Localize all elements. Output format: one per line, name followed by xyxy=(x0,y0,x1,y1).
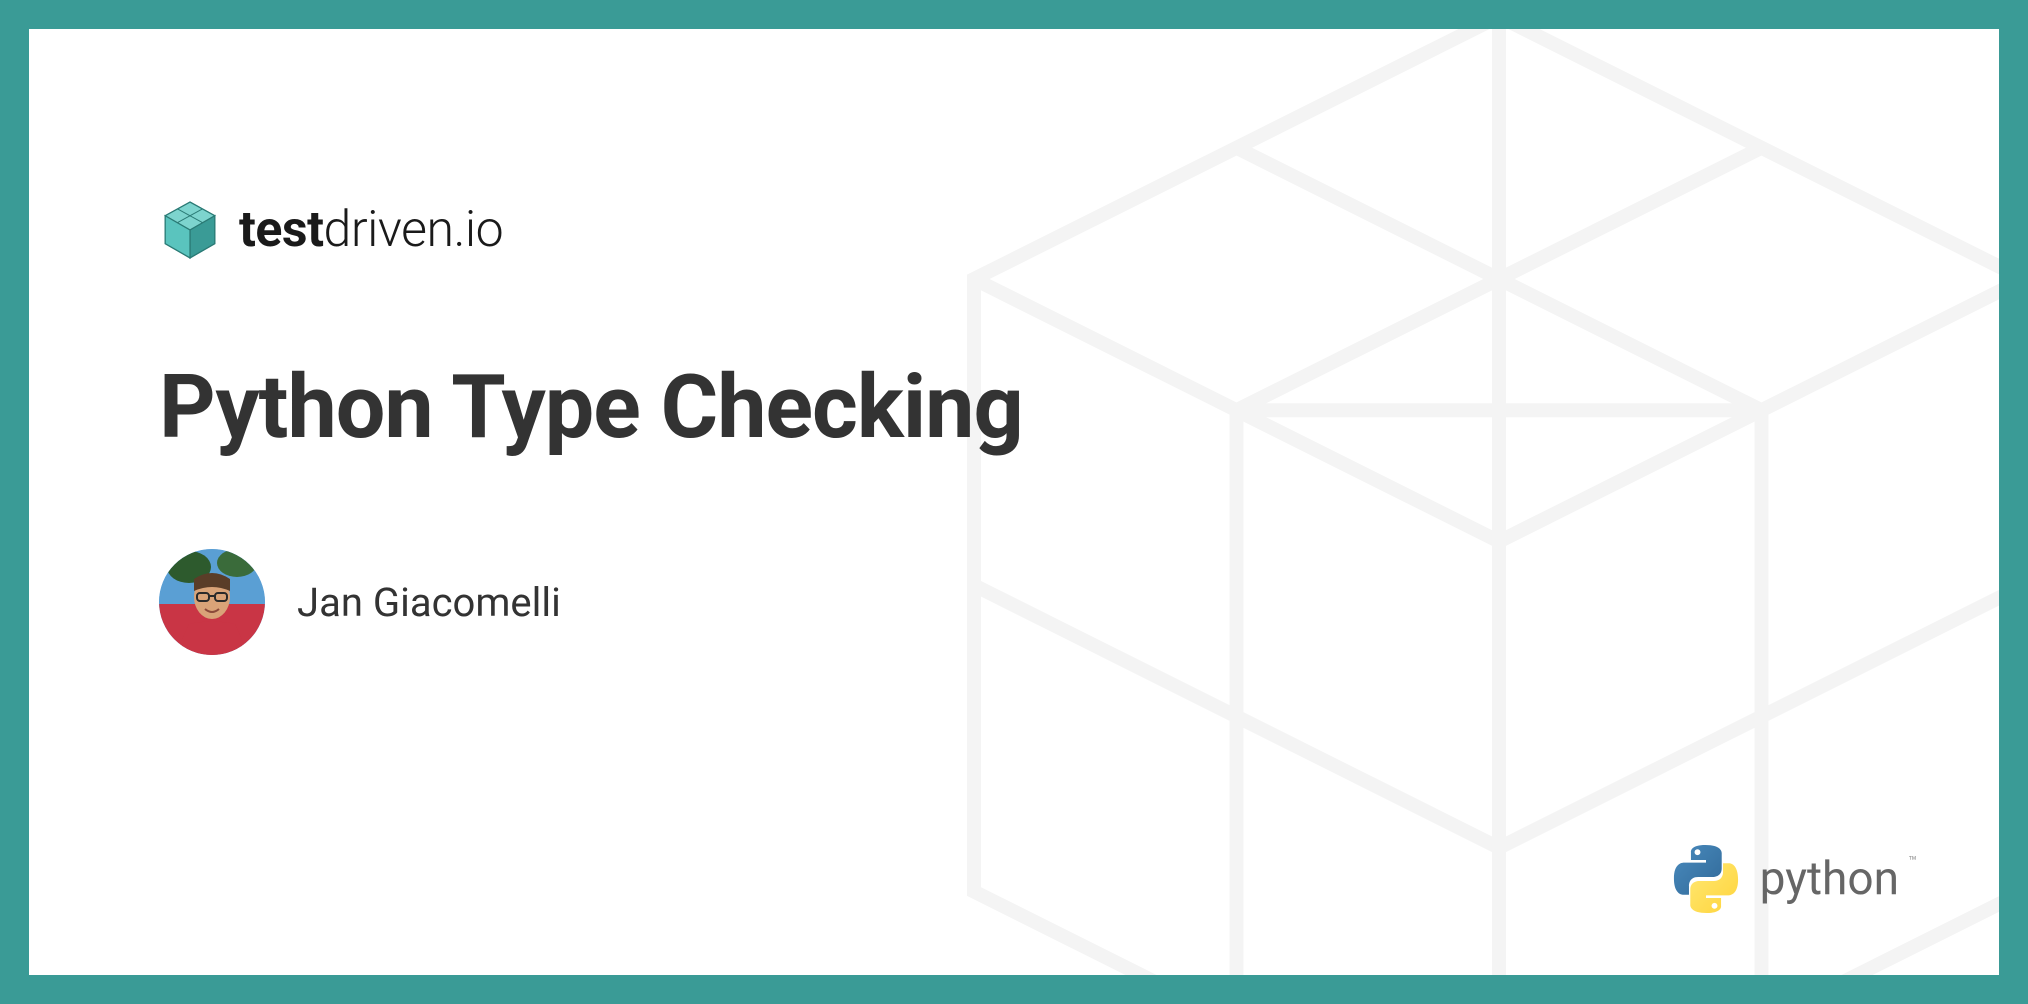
brand-logo: testdriven.io xyxy=(159,199,1999,261)
technology-badge: python ™ xyxy=(1670,843,1899,915)
trademark-symbol: ™ xyxy=(1908,854,1917,870)
brand-name-light: driven.io xyxy=(324,201,504,259)
author-byline: Jan Giacomelli xyxy=(159,549,1999,655)
python-icon xyxy=(1670,843,1742,915)
author-avatar xyxy=(159,549,265,655)
content-area: testdriven.io Python Type Checking xyxy=(29,29,1999,655)
brand-name: testdriven.io xyxy=(239,201,503,259)
banner-card: testdriven.io Python Type Checking xyxy=(29,29,1999,975)
testdriven-cube-icon xyxy=(159,199,221,261)
brand-name-bold: test xyxy=(239,201,324,259)
page-title: Python Type Checking xyxy=(159,356,1999,459)
technology-name: python ™ xyxy=(1760,852,1899,906)
author-name: Jan Giacomelli xyxy=(297,579,561,626)
